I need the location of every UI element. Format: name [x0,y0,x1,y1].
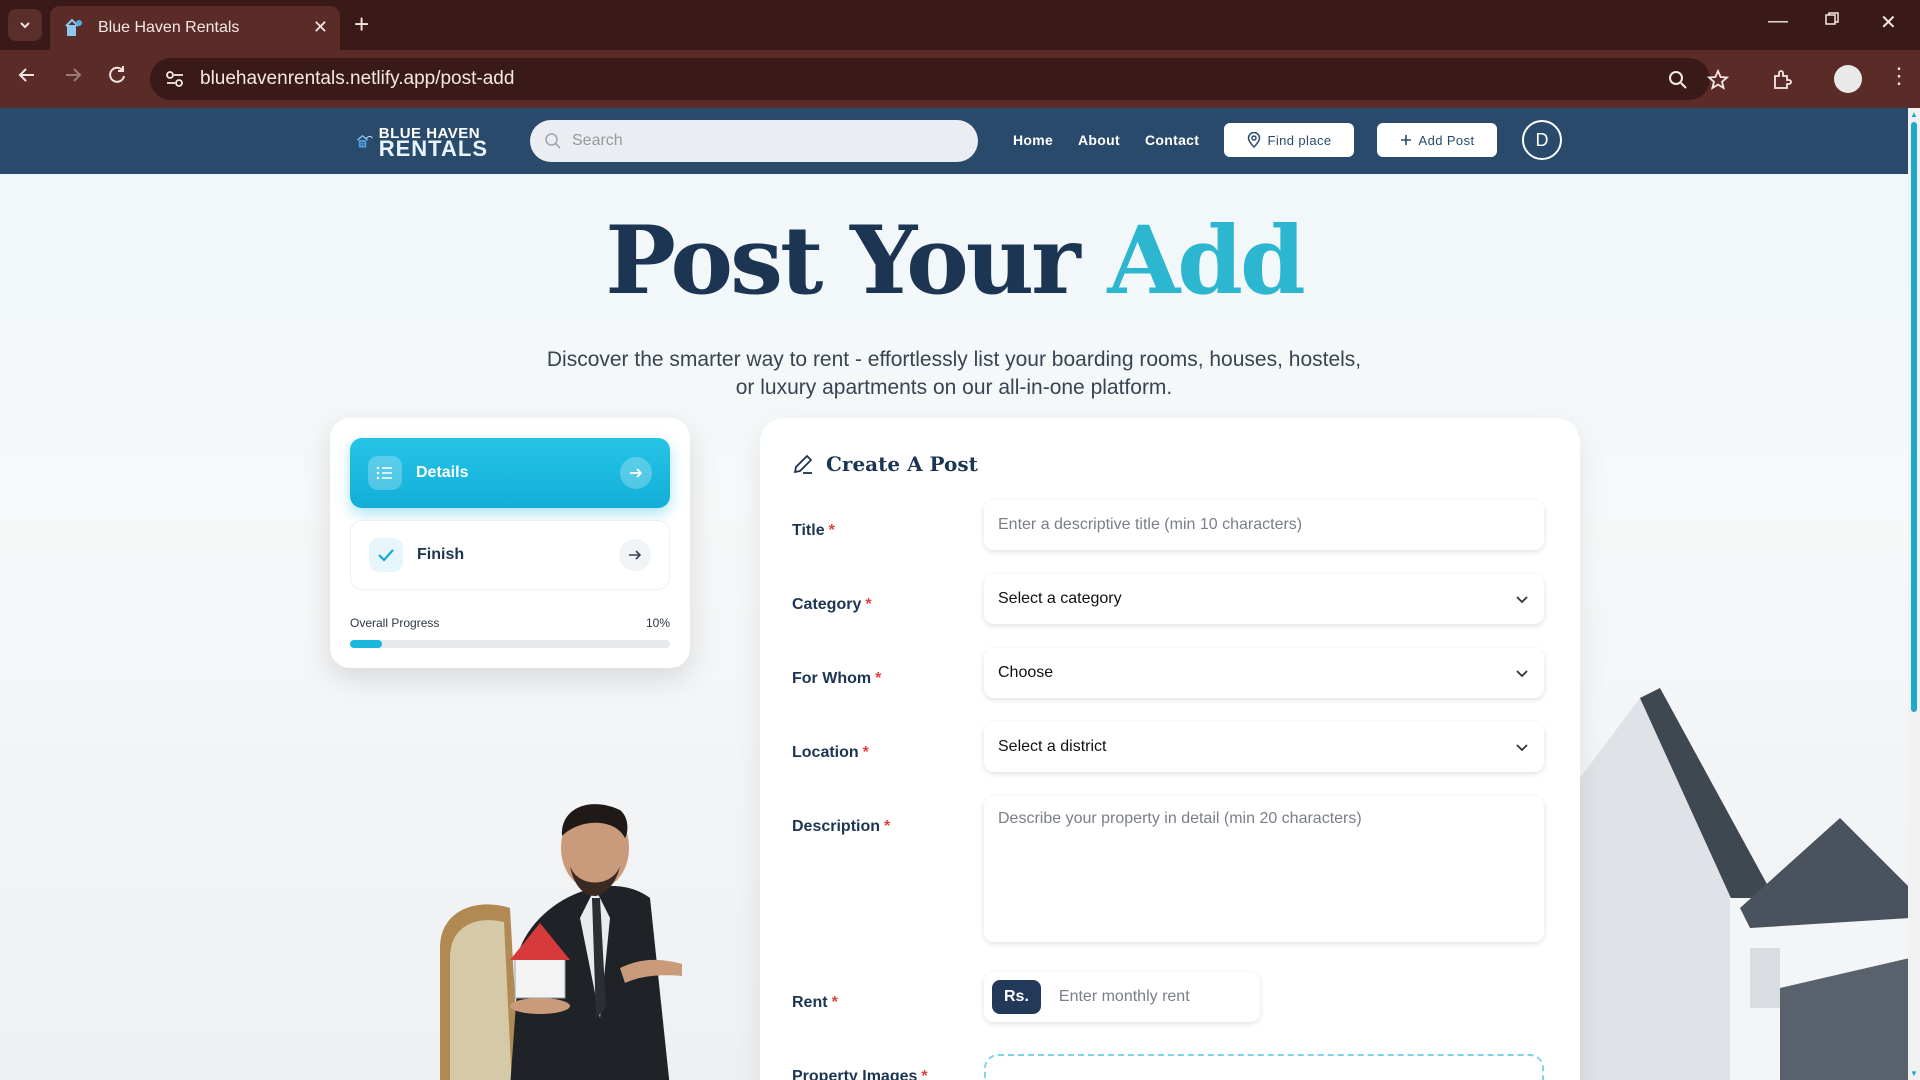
site-search-bar[interactable] [530,120,978,162]
location-label: Location * [792,744,869,761]
property-images-label: Property Images * [792,1068,928,1080]
logo-line-2: RENTALS [378,136,488,161]
page-subtitle: Discover the smarter way to rent - effor… [504,346,1404,402]
new-tab-button[interactable]: + [354,11,369,37]
page-title-main: Post Your [605,206,1080,316]
scrollbar-thumb[interactable] [1911,122,1917,712]
site-navbar: BLUE HAVEN RENTALS Home About Contact Fi… [0,108,1908,174]
forward-icon[interactable] [62,64,84,93]
chevron-down-icon [1516,596,1528,604]
nav-home-link[interactable]: Home [1013,132,1053,148]
step-finish[interactable]: Finish [350,520,670,590]
for-whom-select-value: Choose [998,664,1054,681]
chevron-down-icon [1516,744,1528,752]
tab-search-button[interactable] [8,9,42,41]
location-select[interactable]: Select a district [984,722,1544,772]
list-icon [368,456,402,490]
page-scrollbar[interactable]: ▲ ▼ [1908,108,1920,1080]
address-bar[interactable]: bluehavenrentals.netlify.app/post-add [150,58,1710,100]
location-select-value: Select a district [998,738,1107,755]
scroll-up-icon[interactable]: ▲ [1910,110,1918,119]
image-upload-dropzone[interactable] [984,1054,1544,1080]
add-post-button[interactable]: Add Post [1377,123,1497,157]
url-text: bluehavenrentals.netlify.app/post-add [200,68,515,89]
form-header: Create A Post [792,452,978,476]
browser-tab-active[interactable]: Blue Haven Rentals ✕ [50,6,340,50]
reload-icon[interactable] [106,64,128,93]
user-avatar[interactable]: D [1522,120,1562,160]
check-icon [369,538,403,572]
search-icon [545,133,561,149]
step-details-label: Details [416,464,469,481]
create-post-form: Create A Post Title * Enter a descriptive… [760,418,1580,1080]
edit-pencil-icon [793,454,813,474]
progress-value: 10% [645,616,670,630]
find-place-button[interactable]: Find place [1224,123,1354,157]
category-label: Category * [792,596,872,613]
plus-icon [1400,135,1411,145]
nav-contact-link[interactable]: Contact [1145,132,1199,148]
house-logo-icon [356,134,373,148]
step-finish-label: Finish [417,546,465,563]
form-heading: Create A Post [826,452,978,476]
title-label: Title * [792,522,835,539]
site-search-input[interactable] [572,132,952,150]
title-input[interactable]: Enter a descriptive title (min 10 charac… [984,500,1544,550]
page-subtitle-line-1: Discover the smarter way to rent - effor… [546,348,1362,371]
menu-dots-icon[interactable]: ⋮ [1888,64,1912,88]
scroll-down-icon[interactable]: ▼ [1910,1069,1918,1078]
close-window-icon[interactable]: ✕ [1880,10,1897,35]
browser-tab-bar: Blue Haven Rentals ✕ + — ✕ [0,0,1920,50]
bookmark-star-icon[interactable] [1706,68,1730,92]
rent-label: Rent * [792,994,838,1011]
nav-about-link[interactable]: About [1078,132,1120,148]
minimize-icon[interactable]: — [1768,10,1788,33]
restore-icon[interactable] [1824,10,1840,33]
close-tab-icon[interactable]: ✕ [313,17,328,38]
progress-bar-fill [350,640,382,648]
description-label: Description * [792,818,891,835]
category-select-value: Select a category [998,590,1122,607]
step-details[interactable]: Details [350,438,670,508]
tab-title: Blue Haven Rentals [98,19,240,36]
rent-input[interactable]: Rs. Enter monthly rent [984,972,1260,1022]
progress-label: Overall Progress [350,616,440,630]
arrow-right-icon [620,457,652,489]
find-place-label: Find place [1267,132,1332,148]
for-whom-label: For Whom * [792,670,882,687]
page-title-accent: Add [1107,206,1305,316]
favicon-icon [65,18,82,36]
zoom-icon[interactable] [1666,68,1690,92]
add-post-label: Add Post [1418,132,1475,148]
category-select[interactable]: Select a category [984,574,1544,624]
browser-toolbar: bluehavenrentals.netlify.app/post-add ⋮ [0,50,1920,108]
site-info-icon[interactable] [164,68,186,90]
map-pin-icon [1247,132,1260,148]
back-icon[interactable] [16,64,38,93]
currency-badge: Rs. [992,980,1041,1014]
agent-with-house-image [440,804,682,1080]
page-subtitle-line-2: or luxury apartments on our all-in-one p… [735,376,1173,399]
steps-card: Details Finish Overall Progress 10% [330,418,690,668]
progress-bar [350,640,670,648]
extensions-icon[interactable] [1770,68,1794,92]
page-title: Post Your Add [0,206,1908,316]
profile-avatar[interactable] [1834,65,1862,93]
chevron-down-icon [1516,670,1528,678]
rent-placeholder: Enter monthly rent [1058,988,1190,1005]
for-whom-select[interactable]: Choose [984,648,1544,698]
web-page: BLUE HAVEN RENTALS Home About Contact Fi… [0,108,1908,1080]
arrow-right-icon [619,539,651,571]
house-background-image [1580,688,1908,1080]
chevron-down-icon [20,22,30,29]
site-logo[interactable]: BLUE HAVEN RENTALS [356,124,488,161]
description-textarea[interactable]: Describe your property in detail (min 20… [984,796,1544,942]
